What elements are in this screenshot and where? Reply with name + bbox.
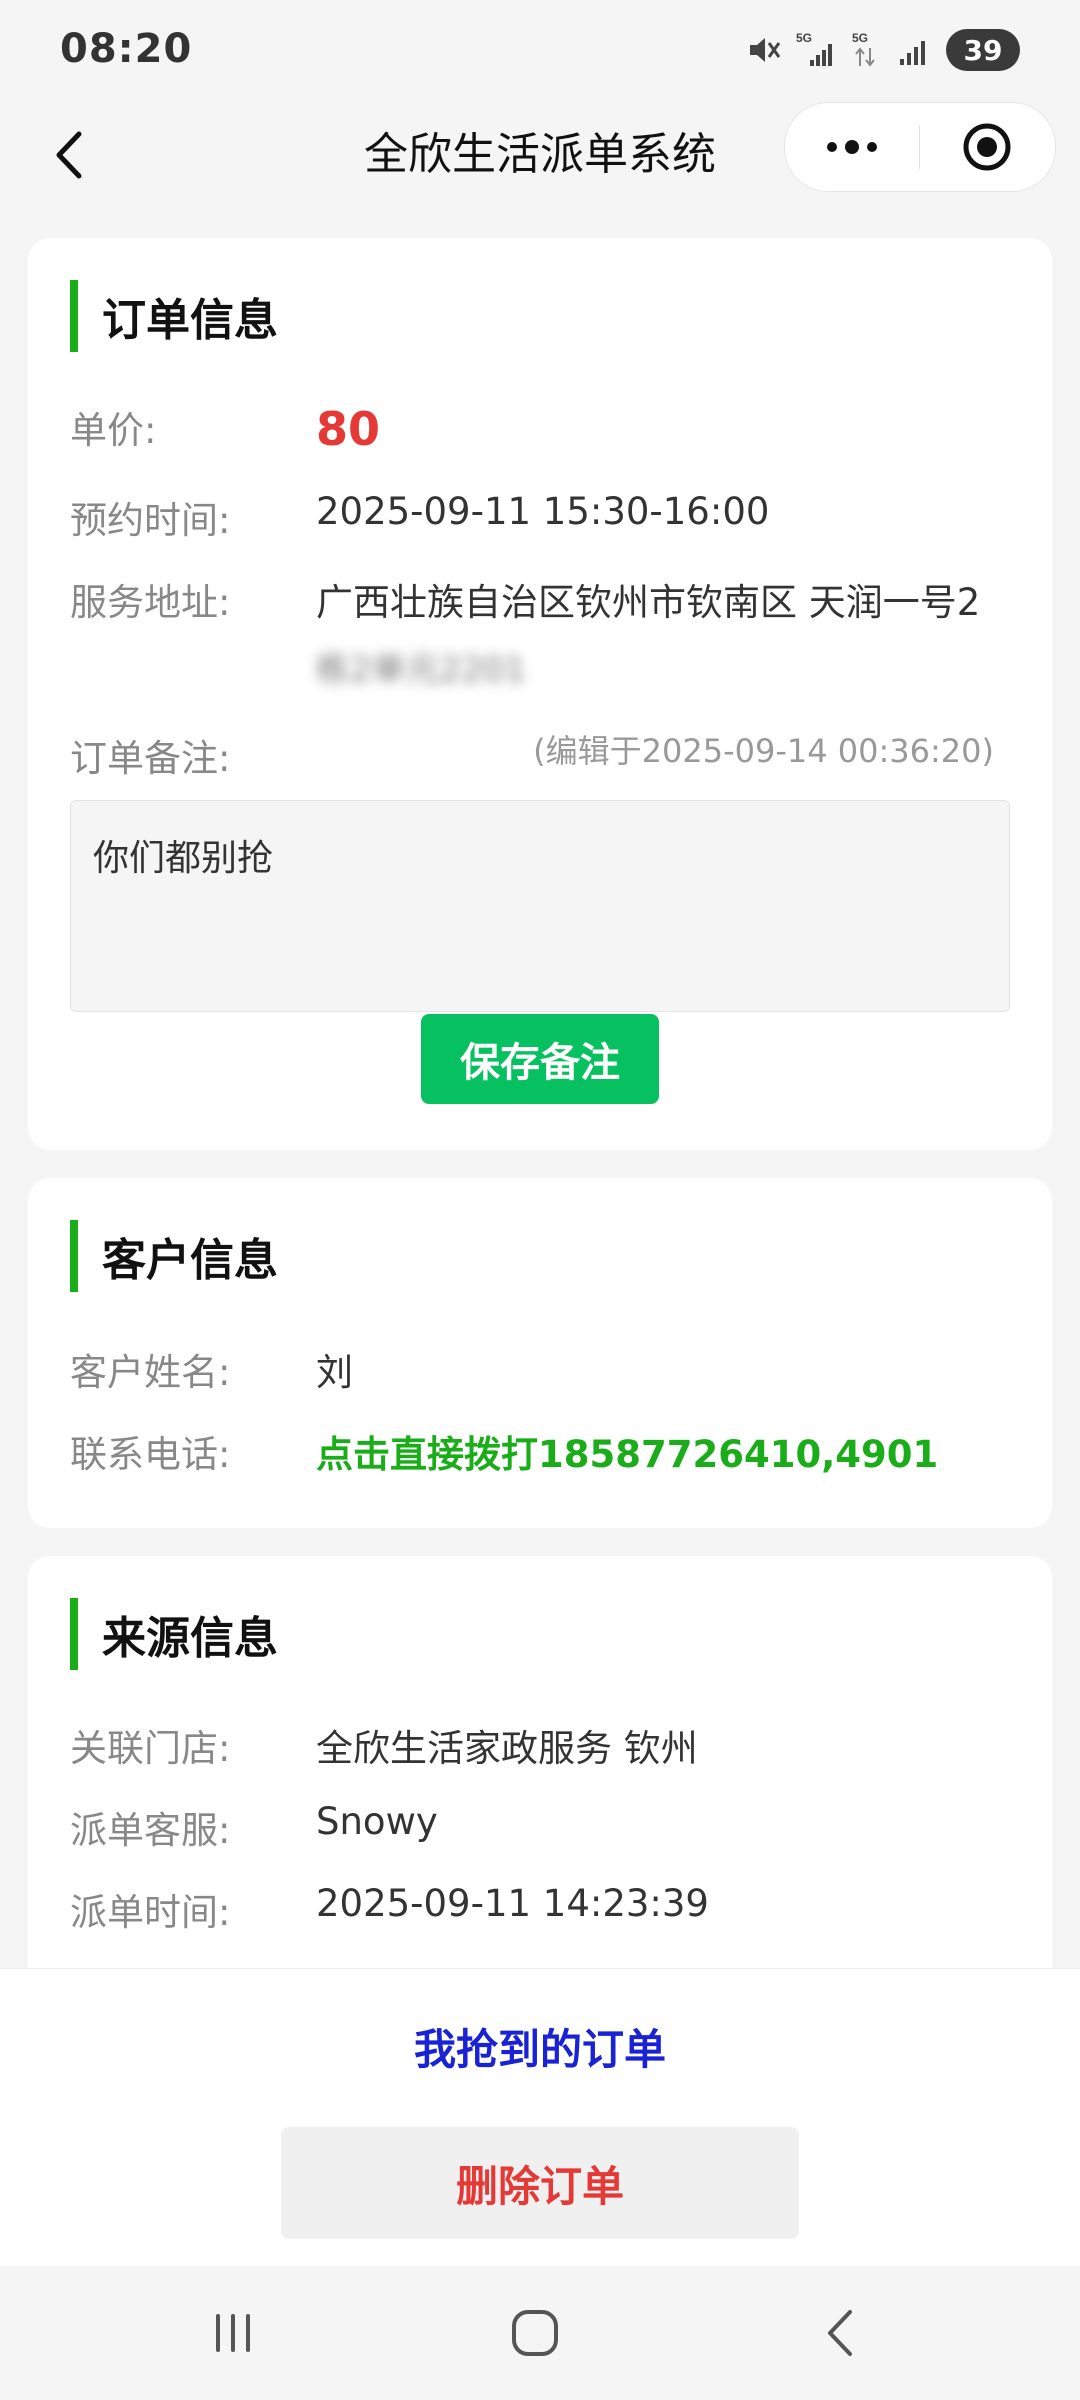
svg-text:5G: 5G [796, 31, 812, 45]
phone-label: 联系电话: [70, 1433, 231, 1476]
svg-text:5G: 5G [852, 31, 868, 45]
source-info-header: 来源信息 [70, 1598, 278, 1670]
mute-icon [746, 32, 782, 68]
mini-program-capsule [784, 102, 1056, 192]
close-target-icon[interactable] [920, 103, 1054, 191]
section-accent-bar [70, 1220, 78, 1292]
my-orders-link[interactable]: 我抢到的订单 [0, 2005, 1080, 2095]
dispatch-time-label: 派单时间: [70, 1891, 231, 1934]
status-time: 08:20 [60, 26, 193, 72]
more-dots-icon[interactable] [785, 103, 919, 191]
system-nav-bar [0, 2266, 1080, 2400]
address-value: 广西壮族自治区钦州市钦南区 天润一号2 [316, 581, 981, 624]
phone-call-link[interactable]: 点击直接拨打18587726410,4901 [316, 1424, 938, 1478]
back-icon[interactable] [790, 2296, 890, 2370]
5g-signal-icon: 5G [796, 30, 836, 70]
status-bar: 08:20 5G 5G 39 [0, 0, 1080, 100]
signal-icon [898, 33, 932, 67]
appointment-value: 2025-09-11 15:30-16:00 [316, 490, 770, 533]
remark-edited-time: (编辑于2025-09-14 00:36:20) [533, 732, 994, 770]
status-icons: 5G 5G 39 [746, 26, 1020, 74]
5g-data-icon: 5G [850, 30, 884, 70]
save-remark-button[interactable]: 保存备注 [421, 1014, 659, 1104]
store-label: 关联门店: [70, 1727, 231, 1770]
customer-name-label: 客户姓名: [70, 1351, 231, 1394]
customer-name-value: 刘 [316, 1351, 353, 1394]
appointment-label: 预约时间: [70, 499, 231, 542]
address-detail-blurred: 栋2单元2201 [316, 650, 527, 690]
store-value: 全欣生活家政服务 钦州 [316, 1727, 698, 1770]
dispatcher-value: Snowy [316, 1800, 438, 1843]
customer-info-header: 客户信息 [70, 1220, 278, 1292]
bottom-action-panel: 我抢到的订单 删除订单 [0, 1968, 1080, 2267]
order-info-card: 订单信息 单价: 80 预约时间: 2025-09-11 15:30-16:00… [28, 238, 1052, 1150]
remark-input[interactable]: 你们都别抢 [70, 800, 1010, 1012]
nav-bar: 全欣生活派单系统 [0, 100, 1080, 210]
section-accent-bar [70, 1598, 78, 1670]
recent-apps-icon[interactable] [183, 2296, 283, 2370]
delete-order-button[interactable]: 删除订单 [281, 2127, 799, 2239]
section-accent-bar [70, 280, 78, 352]
order-info-title: 订单信息 [102, 295, 278, 346]
customer-info-card: 客户信息 客户姓名: 刘 联系电话: 点击直接拨打18587726410,490… [28, 1178, 1052, 1528]
source-info-card: 来源信息 关联门店: 全欣生活家政服务 钦州 派单客服: Snowy 派单时间:… [28, 1556, 1052, 1996]
source-info-title: 来源信息 [102, 1613, 278, 1664]
order-info-header: 订单信息 [70, 280, 278, 352]
price-value: 80 [316, 402, 381, 456]
dispatcher-label: 派单客服: [70, 1809, 231, 1852]
battery-icon: 39 [946, 29, 1020, 71]
dispatch-time-value: 2025-09-11 14:23:39 [316, 1882, 709, 1925]
remark-label: 订单备注: [70, 737, 231, 780]
price-label: 单价: [70, 409, 157, 452]
address-label: 服务地址: [70, 581, 231, 624]
home-icon[interactable] [485, 2296, 585, 2370]
customer-info-title: 客户信息 [102, 1235, 278, 1286]
